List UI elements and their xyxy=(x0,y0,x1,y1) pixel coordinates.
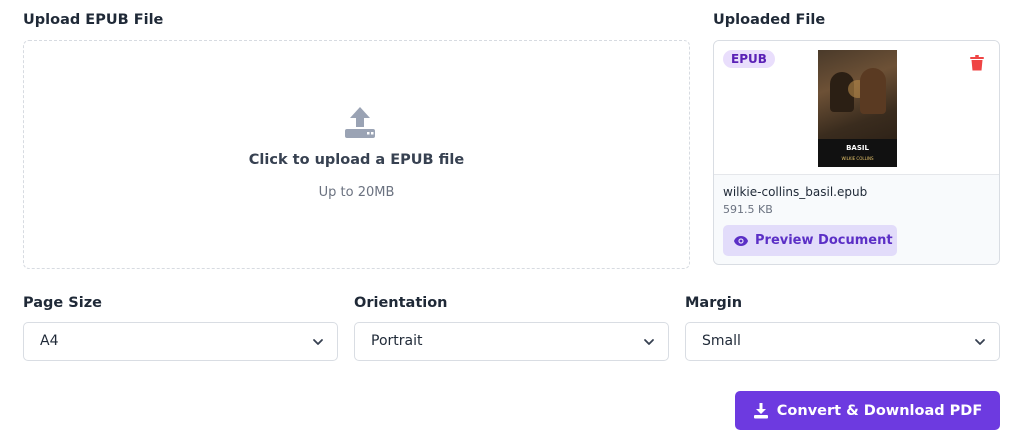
margin-select[interactable]: Small xyxy=(685,322,1000,361)
page-size-value: A4 xyxy=(40,333,59,349)
preview-document-label: Preview Document xyxy=(755,233,893,248)
orientation-label: Orientation xyxy=(354,295,448,311)
page-size-label: Page Size xyxy=(23,295,102,311)
page-size-select[interactable]: A4 xyxy=(23,322,338,361)
preview-document-button[interactable]: Preview Document xyxy=(723,225,897,256)
trash-icon[interactable] xyxy=(970,55,984,71)
orientation-value: Portrait xyxy=(371,333,423,349)
convert-download-label: Convert & Download PDF xyxy=(776,402,983,419)
orientation-select[interactable]: Portrait xyxy=(354,322,669,361)
chevron-down-icon xyxy=(313,339,323,345)
upload-section-title: Upload EPUB File xyxy=(23,12,164,28)
eye-icon xyxy=(734,235,748,246)
upload-prompt: Click to upload a EPUB file xyxy=(248,152,465,168)
uploaded-file-card: EPUB BASIL WILKIE COLLINS wilkie-collins… xyxy=(713,40,1000,265)
upload-icon xyxy=(345,107,375,138)
convert-download-button[interactable]: Convert & Download PDF xyxy=(735,391,1000,430)
file-type-badge: EPUB xyxy=(723,50,775,68)
margin-label: Margin xyxy=(685,295,743,311)
book-cover-thumbnail: BASIL WILKIE COLLINS xyxy=(818,50,897,167)
margin-value: Small xyxy=(702,333,741,349)
epub-dropzone[interactable]: Click to upload a EPUB file Up to 20MB xyxy=(23,40,690,269)
cover-title: BASIL xyxy=(846,144,869,152)
file-size: 591.5 KB xyxy=(723,203,773,216)
chevron-down-icon xyxy=(644,339,654,345)
uploaded-section-title: Uploaded File xyxy=(713,12,826,28)
cover-author: WILKIE COLLINS xyxy=(841,156,874,161)
chevron-down-icon xyxy=(975,339,985,345)
download-icon xyxy=(753,402,768,418)
file-name: wilkie-collins_basil.epub xyxy=(723,185,868,199)
upload-size-limit: Up to 20MB xyxy=(318,185,395,200)
